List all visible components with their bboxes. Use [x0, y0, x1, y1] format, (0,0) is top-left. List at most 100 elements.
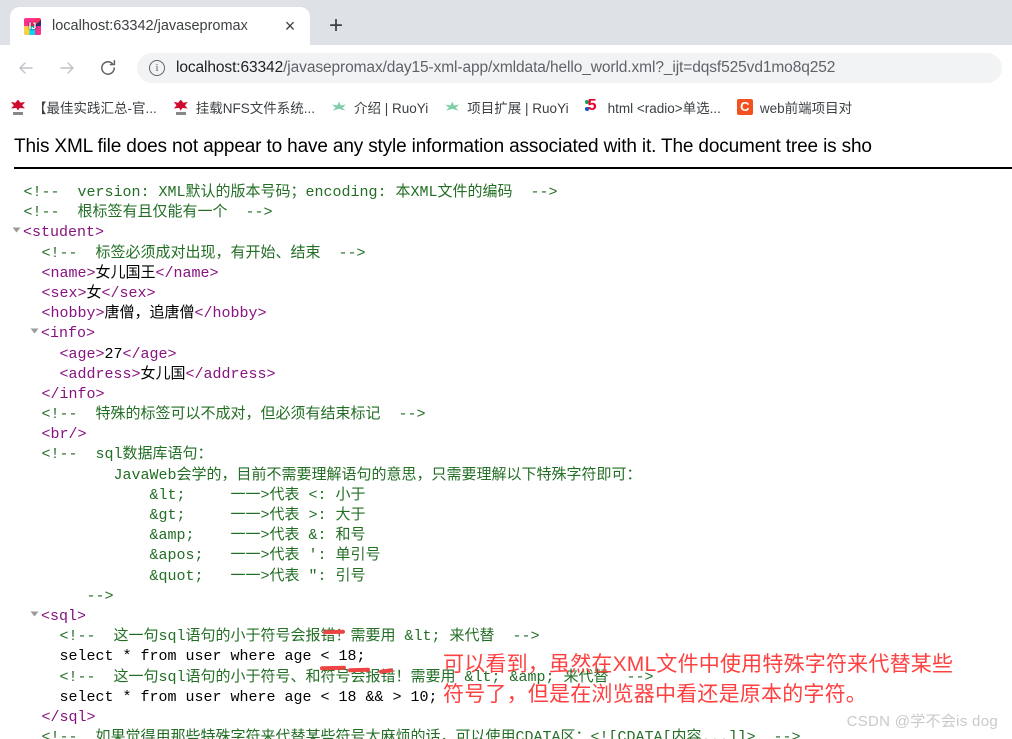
- huawei-icon: [173, 99, 189, 115]
- xml-tag: <sex>: [41, 284, 87, 302]
- page-content: This XML file does not appear to have an…: [0, 123, 1012, 739]
- xml-text: 女儿国: [140, 365, 186, 383]
- xml-line: <sex>女</sex>: [14, 284, 1012, 304]
- xml-tag: </hobby>: [194, 305, 267, 323]
- xml-text: select * from user where age < 18;: [59, 648, 366, 666]
- red-underline-mark-2: [319, 665, 347, 670]
- url-path: /javasepromax/day15-xml-app/xmldata/hell…: [283, 58, 836, 76]
- xml-line: &apos; 一一>代表 ': 单引号: [14, 546, 1012, 566]
- site-info-icon[interactable]: [149, 59, 165, 76]
- xml-comment: <!-- 根标签有且仅能有一个 -->: [23, 204, 273, 222]
- xml-tag: <sql>: [41, 607, 87, 625]
- bookmark-label: 【最佳实践汇总-官...: [33, 100, 157, 116]
- browser-toolbar: localhost:63342/javasepromax/day15-xml-a…: [0, 45, 1012, 90]
- xml-comment: <!-- 特殊的标签可以不成对，但必须有结束标记 -->: [41, 406, 426, 424]
- tab-title: localhost:63342/javasepromax: [52, 18, 248, 34]
- expand-triangle-icon[interactable]: [12, 227, 21, 233]
- xml-line: <!-- 这一句sql语句的小于符号会报错！需要用 &lt; 来代替 -->: [14, 627, 1012, 647]
- xml-line: <address>女儿国</address>: [14, 365, 1012, 385]
- xml-comment: &quot; 一一>代表 ": 引号: [41, 567, 366, 585]
- csdn-watermark: CSDN @学不会is dog: [846, 713, 998, 730]
- xml-line: <name>女儿国王</name>: [14, 264, 1012, 284]
- xml-line: </info>: [14, 385, 1012, 405]
- red-annotation-text: 可以看到，虽然在XML文件中使用特殊字符来代替某些 符号了，但是在浏览器中看还是…: [443, 653, 954, 706]
- xml-line: <student>: [12, 223, 1012, 243]
- reload-icon[interactable]: [92, 52, 124, 84]
- bookmark-label: 挂载NFS文件系统...: [195, 100, 316, 116]
- expand-triangle-icon[interactable]: [30, 328, 39, 334]
- xml-line: -->: [14, 587, 1012, 607]
- xml-comment: <!-- sql数据库语句：: [41, 446, 213, 464]
- xml-tag: </name>: [155, 264, 219, 282]
- xml-tag: <hobby>: [41, 305, 105, 323]
- xml-comment: &gt; 一一>代表 >: 大于: [41, 507, 366, 524]
- url-host: localhost:63342: [176, 58, 284, 76]
- xml-tag: <student>: [23, 224, 105, 242]
- intellij-idea-icon: [24, 17, 41, 35]
- xml-line: &quot; 一一>代表 ": 引号: [14, 567, 1012, 587]
- back-arrow-icon[interactable]: [10, 52, 42, 84]
- bookmark-item[interactable]: Cweb前端项目对: [736, 97, 853, 117]
- xml-text: 女: [86, 284, 102, 302]
- bookmark-label: 项目扩展 | RuoYi: [467, 100, 569, 116]
- xml-style-notice: This XML file does not appear to have an…: [14, 136, 872, 157]
- xml-line: <!-- 根标签有且仅能有一个 -->: [14, 203, 1012, 223]
- leaf-icon: [444, 99, 460, 115]
- xml-line: <hobby>唐僧，追唐僧</hobby>: [14, 304, 1012, 324]
- bookmark-label: html <radio>单选...: [607, 100, 721, 116]
- forward-arrow-icon[interactable]: [51, 52, 83, 84]
- xml-comment: <!-- 标签必须成对出现，有开始、结束 -->: [41, 244, 366, 262]
- c-icon: C: [736, 98, 753, 115]
- bookmark-item[interactable]: html <radio>单选...: [584, 97, 721, 117]
- bookmarks-bar: 【最佳实践汇总-官... 挂载NFS文件系统... 介绍 | RuoYi 项目扩展 |…: [0, 90, 1012, 123]
- bookmark-label: web前端项目对: [759, 100, 853, 116]
- bookmark-item[interactable]: 挂载NFS文件系统...: [173, 97, 315, 117]
- red-underline-mark-3: [347, 667, 371, 673]
- xml-tag: </info>: [41, 385, 105, 403]
- xml-tag: <name>: [41, 264, 96, 282]
- xml-comment: &lt; 一一>代表 <: 小于: [41, 486, 366, 504]
- xml-tag: </sql>: [41, 708, 96, 726]
- xml-line: <info>: [14, 324, 1012, 344]
- expand-triangle-icon[interactable]: [30, 611, 39, 617]
- browser-tab[interactable]: localhost:63342/javasepromax ×: [10, 7, 310, 45]
- new-tab-button[interactable]: +: [320, 10, 352, 42]
- xml-tag: </address>: [185, 365, 276, 383]
- xml-line: <sql>: [14, 607, 1012, 627]
- leaf-icon: [331, 99, 347, 115]
- xml-comment: JavaWeb会学的，目前不需要理解语句的意思，只需要理解以下特殊字符即可：: [41, 466, 642, 484]
- xml-comment: <!-- version: XML默认的版本号码；encoding: 本XML文…: [23, 184, 558, 201]
- xml-tag: <br/>: [41, 426, 87, 444]
- xml-comment: <!-- 如果觉得用那些特殊字符来代替某些符号太麻烦的话，可以使用CDATA区：…: [41, 729, 801, 739]
- browser-window: localhost:63342/javasepromax × + localho…: [0, 0, 1012, 739]
- huawei-icon: [10, 99, 26, 115]
- close-icon[interactable]: ×: [278, 14, 302, 38]
- blue-dot-icon: [584, 106, 589, 111]
- xml-line: &gt; 一一>代表 >: 大于: [14, 506, 1012, 526]
- xml-line: <!-- 标签必须成对出现，有开始、结束 -->: [14, 244, 1012, 264]
- xml-text: select * from user where age < 18 && > 1…: [59, 688, 438, 706]
- xml-comment: -->: [41, 587, 114, 605]
- xml-line: <!-- version: XML默认的版本号码；encoding: 本XML文…: [14, 183, 1012, 203]
- xml-comment: <!-- 这一句sql语句的小于符号会报错！需要用 &lt; 来代替 -->: [59, 628, 540, 646]
- bookmark-item[interactable]: 介绍 | RuoYi: [331, 97, 428, 117]
- xml-comment: &apos; 一一>代表 ': 单引号: [41, 547, 381, 565]
- bookmark-item[interactable]: 【最佳实践汇总-官...: [10, 97, 157, 117]
- xml-text: 唐僧，追唐僧: [104, 305, 195, 323]
- bookmark-label: 介绍 | RuoYi: [354, 100, 429, 116]
- xml-line: JavaWeb会学的，目前不需要理解语句的意思，只需要理解以下特殊字符即可：: [14, 466, 1012, 486]
- xml-tag: <address>: [59, 365, 141, 383]
- xml-line: <!-- sql数据库语句：: [14, 445, 1012, 465]
- xml-tag: </age>: [122, 345, 177, 363]
- xml-line: <br/>: [14, 425, 1012, 445]
- xml-text: 27: [104, 345, 123, 363]
- xml-line: <!-- 特殊的标签可以不成对，但必须有结束标记 -->: [14, 405, 1012, 425]
- address-bar[interactable]: localhost:63342/javasepromax/day15-xml-a…: [137, 52, 1002, 83]
- xml-text: 女儿国王: [95, 264, 156, 282]
- xml-comment: &amp; 一一>代表 &: 和号: [41, 527, 366, 545]
- tab-strip: localhost:63342/javasepromax × +: [0, 0, 1012, 45]
- xml-line: <age>27</age>: [14, 345, 1012, 365]
- bookmark-item[interactable]: 项目扩展 | RuoYi: [444, 97, 568, 117]
- xml-line: &lt; 一一>代表 <: 小于: [14, 486, 1012, 506]
- five-icon: [584, 97, 601, 115]
